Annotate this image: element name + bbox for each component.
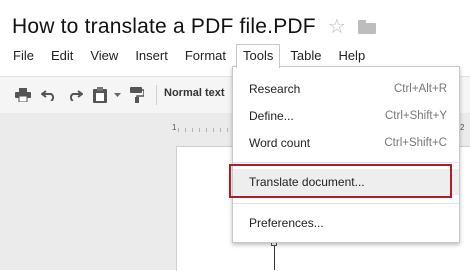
menu-tools[interactable]: Tools [236,44,281,68]
print-icon[interactable] [14,86,32,104]
menu-table[interactable]: Table [283,45,328,67]
menu-edit[interactable]: Edit [44,45,80,67]
menu-item-label: Preferences... [249,216,324,230]
dropdown-arrow-icon[interactable] [112,86,122,104]
text-cursor [274,246,275,270]
paste-icon[interactable] [92,86,108,104]
menu-item-shortcut: Ctrl+Shift+Y [385,110,447,122]
redo-icon[interactable] [66,86,84,104]
menu-item-define[interactable]: Define... Ctrl+Shift+Y [233,103,459,129]
star-icon[interactable]: ☆ [328,17,346,37]
menu-separator [233,203,459,204]
ruler-number-right: 2 [460,123,465,132]
ruler-number-left: 1 [172,123,177,132]
paint-format-icon[interactable] [128,86,146,104]
menu-item-label: Word count [249,136,311,150]
menu-insert[interactable]: Insert [128,45,175,67]
menu-item-preferences[interactable]: Preferences... [233,210,459,236]
annotation-highlight-box [229,164,452,198]
folder-icon[interactable] [357,20,376,34]
menu-item-shortcut: Ctrl+Alt+R [393,83,447,95]
title-row: How to translate a PDF file.PDF ☆ [12,12,376,42]
menu-item-research[interactable]: Research Ctrl+Alt+R [233,76,459,102]
menu-format[interactable]: Format [178,45,233,67]
menu-view[interactable]: View [83,45,125,67]
menu-bar: File Edit View Insert Format Tools Table… [6,44,375,68]
document-title[interactable]: How to translate a PDF file.PDF [12,15,316,39]
menu-item-label: Define... [249,109,294,123]
menu-file[interactable]: File [6,45,41,67]
toolbar-separator [156,85,157,105]
tools-dropdown-menu: Research Ctrl+Alt+R Define... Ctrl+Shift… [232,66,460,243]
menu-item-word-count[interactable]: Word count Ctrl+Shift+C [233,130,459,156]
menu-item-shortcut: Ctrl+Shift+C [384,137,447,149]
menu-item-label: Research [249,82,301,96]
paragraph-style-select[interactable]: Normal text [164,87,225,99]
undo-icon[interactable] [40,86,58,104]
menu-separator [233,162,459,163]
menu-help[interactable]: Help [331,45,372,67]
